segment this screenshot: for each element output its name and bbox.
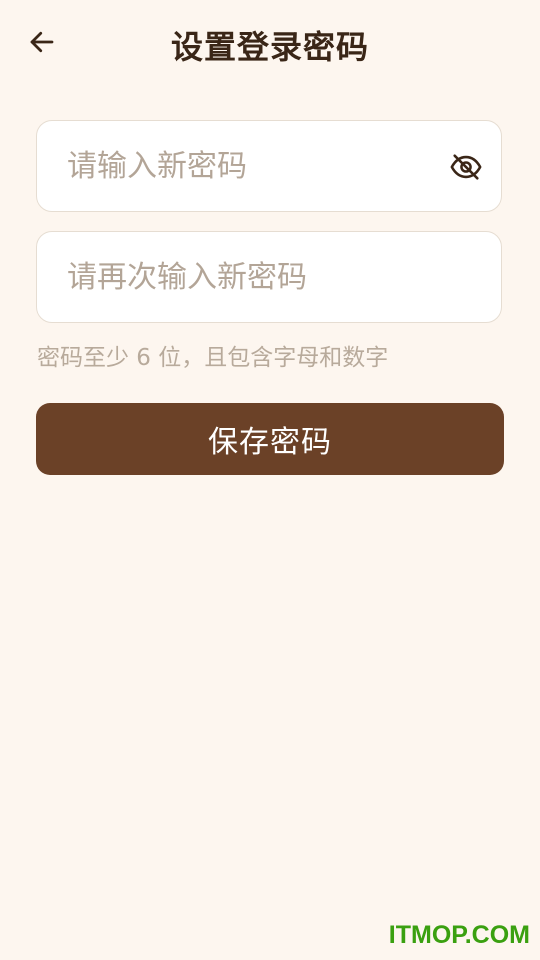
- new-password-field: [36, 120, 502, 212]
- confirm-password-input[interactable]: [67, 232, 437, 322]
- watermark: ITMOP.COM: [388, 921, 530, 949]
- confirm-password-field: [36, 231, 502, 323]
- top-bar: 设置登录密码: [0, 0, 540, 88]
- eye-slash-icon: [450, 154, 482, 180]
- new-password-input[interactable]: [67, 121, 437, 211]
- page-title: 设置登录密码: [170, 28, 369, 66]
- password-hint: 密码至少 6 位，且包含字母和数字: [37, 345, 389, 371]
- password-visibility-toggle[interactable]: [447, 148, 485, 186]
- save-password-button[interactable]: 保存密码: [36, 403, 504, 475]
